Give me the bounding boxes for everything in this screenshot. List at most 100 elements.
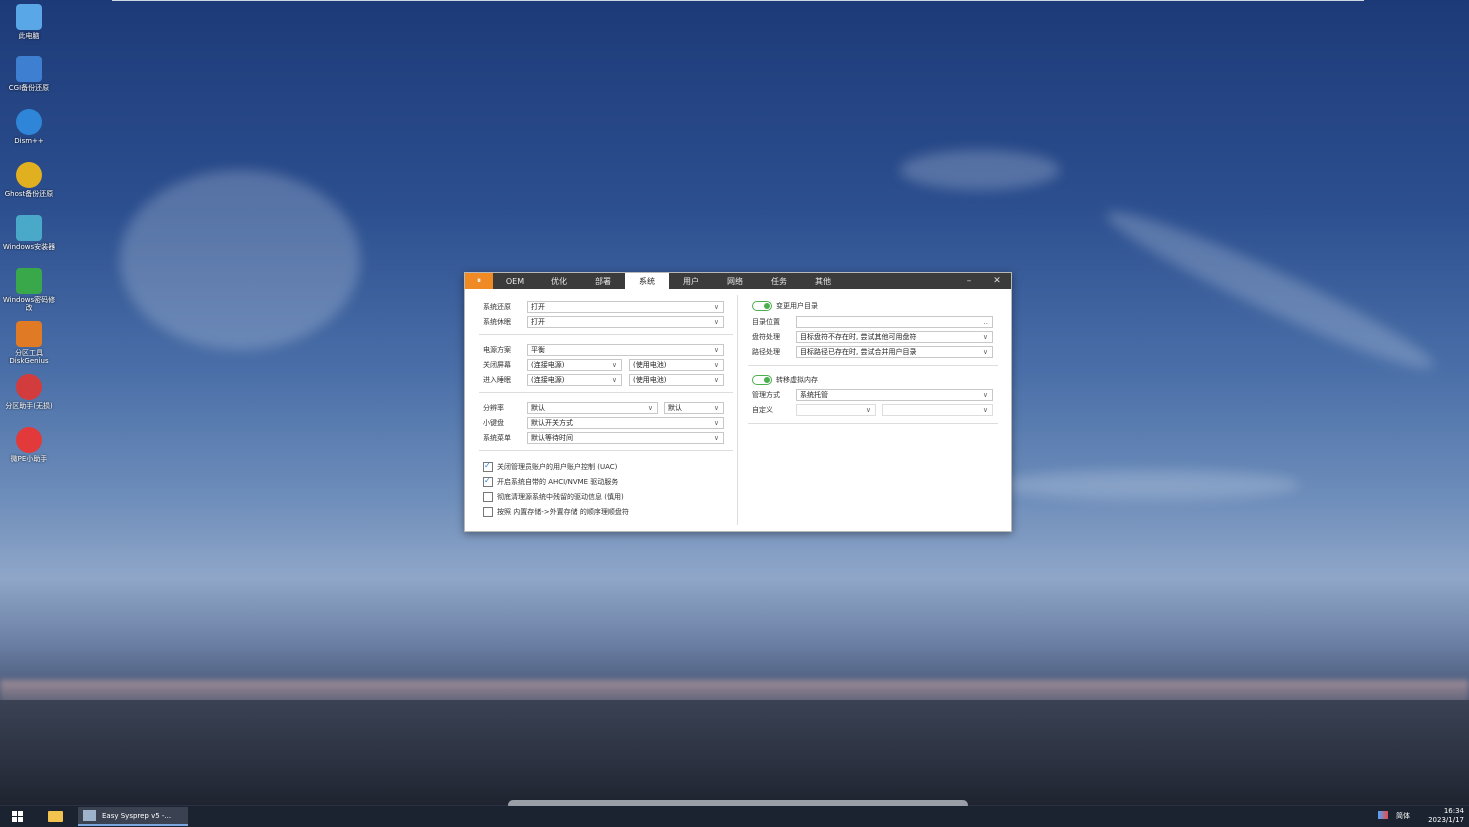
restore-row: 系统还原 <box>483 301 511 313</box>
chevron-down-icon: ∨ <box>982 406 988 414</box>
chevron-down-icon: ∨ <box>713 404 719 412</box>
path-value: 目标路径已存在时, 尝试合并用户目录 <box>800 348 917 356</box>
system-settings-pane: 系统还原 打开 ∨ 系统休眠 打开 ∨ 电源方案 平衡 ∨ 关闭屏幕 (连接电源) ∨ … <box>465 289 737 531</box>
desktop-icon-partition-assistant[interactable]: 分区助手(无损) <box>2 374 56 410</box>
desktop-icon-dism[interactable]: Dism++ <box>2 109 56 145</box>
ghost-icon <box>16 162 42 188</box>
sleep-label: 进入睡眠 <box>483 376 511 384</box>
refresh-rate-select[interactable]: 默认 ∨ <box>664 402 724 414</box>
title-bar: ⏸ OEM 优化 部署 系统 用户 网络 任务 其他 – ✕ <box>465 273 1011 289</box>
system-menu-select[interactable]: 默认等待时间 ∨ <box>527 432 724 444</box>
drive-select[interactable]: 目标盘符不存在时, 尝试其他可用盘符 ∨ <box>796 331 993 343</box>
shore-rocks <box>0 700 1469 805</box>
windows-start-icon[interactable] <box>12 811 24 823</box>
chevron-down-icon: ∨ <box>713 419 719 427</box>
divider <box>479 392 733 393</box>
desktop-icon-label: Ghost备份还原 <box>4 190 54 198</box>
hibernate-select[interactable]: 打开 ∨ <box>527 316 724 328</box>
desktop-icon-label: Windows安装器 <box>2 243 56 251</box>
close-button[interactable]: ✕ <box>983 273 1011 289</box>
divider <box>479 334 733 335</box>
chevron-down-icon: ∨ <box>713 346 719 354</box>
cloud <box>1000 470 1300 500</box>
tab-optimize[interactable]: 优化 <box>537 273 581 289</box>
chevron-down-icon: ∨ <box>865 406 871 414</box>
dir-location-input[interactable]: .. <box>796 316 993 328</box>
screen-off-label: 关闭屏幕 <box>483 361 511 369</box>
hibernate-value: 打开 <box>531 318 545 326</box>
restore-label: 系统还原 <box>483 303 511 311</box>
ime-indicator[interactable]: 简体 <box>1396 811 1410 821</box>
chevron-down-icon: ∨ <box>982 348 988 356</box>
user-dir-toggle[interactable] <box>752 301 772 311</box>
clean-drivers-checkbox[interactable] <box>483 492 493 502</box>
clean-drivers-checkbox-label: 彻底清理源系统中残留的驱动信息 (慎用) <box>497 493 624 501</box>
screen-off-dc-select[interactable]: (使用电池) ∨ <box>629 359 724 371</box>
system-menu-label: 系统菜单 <box>483 434 511 442</box>
tab-other[interactable]: 其他 <box>801 273 845 289</box>
restore-select[interactable]: 打开 ∨ <box>527 301 724 313</box>
tab-oem[interactable]: OEM <box>493 273 537 289</box>
desktop-icon-password[interactable]: Windows密码修改 <box>2 268 56 312</box>
manage-select[interactable]: 系统托管 ∨ <box>796 389 993 401</box>
ahci-checkbox-label: 开启系统自带的 AHCI/NVME 驱动服务 <box>497 478 619 486</box>
desktop-icon-label: 分区助手(无损) <box>5 402 53 410</box>
taskbar-app-easy-sysprep[interactable]: Easy Sysprep v5 -... <box>78 807 188 826</box>
resolution-label: 分辨率 <box>483 404 504 412</box>
path-label: 路径处理 <box>752 348 780 356</box>
desktop-icon-wepe[interactable]: 微PE小助手 <box>2 427 56 463</box>
minimize-button[interactable]: – <box>955 273 983 289</box>
refresh-rate-value: 默认 <box>668 404 682 412</box>
app-menu-icon[interactable]: ⏸ <box>465 273 493 289</box>
custom-max-select[interactable]: ∨ <box>882 404 993 416</box>
lock-icon <box>16 268 42 294</box>
taskbar: Easy Sysprep v5 -... 简体 16:34 2023/1/17 <box>0 806 1469 827</box>
power-plan-select[interactable]: 平衡 ∨ <box>527 344 724 356</box>
path-select[interactable]: 目标路径已存在时, 尝试合并用户目录 ∨ <box>796 346 993 358</box>
top-edge-line <box>112 0 1364 1</box>
tab-user[interactable]: 用户 <box>669 273 713 289</box>
sleep-ac-value: (连接电源) <box>531 376 565 384</box>
sleep-ac-select[interactable]: (连接电源) ∨ <box>527 374 622 386</box>
tab-tasks[interactable]: 任务 <box>757 273 801 289</box>
drive-label: 盘符处理 <box>752 333 780 341</box>
desktop-icon-cgi[interactable]: CGI备份还原 <box>2 56 56 92</box>
restore-value: 打开 <box>531 303 545 311</box>
sleep-dc-select[interactable]: (使用电池) ∨ <box>629 374 724 386</box>
sleep-dc-value: (使用电池) <box>633 376 667 384</box>
taskbar-app-label: Easy Sysprep v5 -... <box>102 811 172 820</box>
divider <box>748 365 998 366</box>
power-plan-label: 电源方案 <box>483 346 511 354</box>
tab-system[interactable]: 系统 <box>625 273 669 289</box>
tab-deploy[interactable]: 部署 <box>581 273 625 289</box>
custom-label: 自定义 <box>752 406 773 414</box>
resolution-select[interactable]: 默认 ∨ <box>527 402 658 414</box>
manage-label: 管理方式 <box>752 391 780 399</box>
screen-off-ac-select[interactable]: (连接电源) ∨ <box>527 359 622 371</box>
computer-icon <box>16 4 42 30</box>
clock[interactable]: 16:34 2023/1/17 <box>1428 807 1464 825</box>
file-explorer-icon[interactable] <box>48 811 63 822</box>
desktop-icon-ghost[interactable]: Ghost备份还原 <box>2 162 56 198</box>
manage-value: 系统托管 <box>800 391 828 399</box>
uac-checkbox[interactable] <box>483 461 493 472</box>
custom-min-select[interactable]: ∨ <box>796 404 876 416</box>
virtual-memory-toggle[interactable] <box>752 375 772 385</box>
user-dir-toggle-label: 变更用户目录 <box>776 302 818 310</box>
cloud <box>120 170 360 350</box>
chevron-down-icon: ∨ <box>713 318 719 326</box>
chevron-down-icon: ∨ <box>713 434 719 442</box>
keyboard-select[interactable]: 默认开关方式 ∨ <box>527 417 724 429</box>
desktop-icon-diskgenius[interactable]: 分区工具DiskGenius <box>2 321 56 365</box>
drive-order-checkbox[interactable] <box>483 507 493 517</box>
desktop-icon-computer[interactable]: 此电脑 <box>2 4 56 40</box>
drive-order-checkbox-label: 按照 内置存储->外置存储 的顺序理顺盘符 <box>497 508 629 516</box>
desktop-icon-label: 微PE小助手 <box>10 455 48 463</box>
tray-app-icon[interactable] <box>1378 811 1388 819</box>
desktop-icon-label: Windows密码修改 <box>2 296 56 312</box>
desktop-icon-installer[interactable]: Windows安装器 <box>2 215 56 251</box>
tab-network[interactable]: 网络 <box>713 273 757 289</box>
browse-button[interactable]: .. <box>984 317 988 327</box>
clock-time: 16:34 <box>1443 807 1464 815</box>
ahci-checkbox[interactable] <box>483 476 493 487</box>
